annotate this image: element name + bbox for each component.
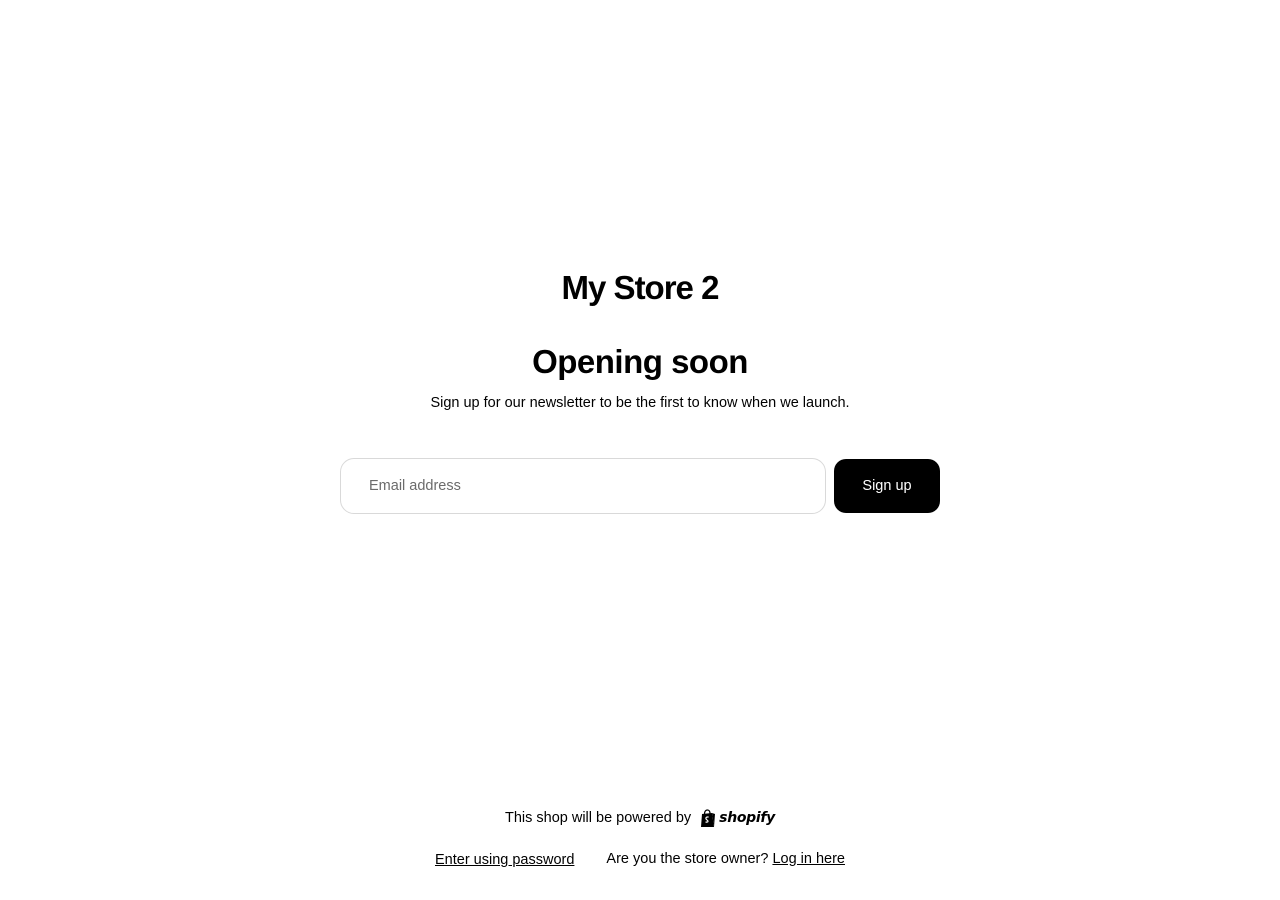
owner-question: Are you the store owner? [606,851,769,867]
sign-up-button[interactable]: Sign up [834,459,940,513]
email-input[interactable] [340,458,826,514]
powered-by-text: This shop will be powered by [504,810,692,826]
page-subtext: Sign up for our newsletter to be the fir… [430,395,850,411]
shopify-bag-icon [701,808,716,827]
shopify-wordmark: shopify [719,810,776,826]
footer-links: Enter using password Are you the store o… [0,847,1280,871]
password-page: My Store 2 Opening soon Sign up for our … [0,0,1280,900]
store-name: My Store 2 [561,269,720,306]
page-headline: Opening soon [532,343,748,380]
shopify-logo[interactable]: shopify [699,808,776,828]
login-link[interactable]: Log in here [772,851,845,867]
newsletter-form: Sign up [340,458,940,514]
enter-password-link[interactable]: Enter using password [435,852,574,868]
powered-by: This shop will be powered by shopify [0,806,1280,830]
